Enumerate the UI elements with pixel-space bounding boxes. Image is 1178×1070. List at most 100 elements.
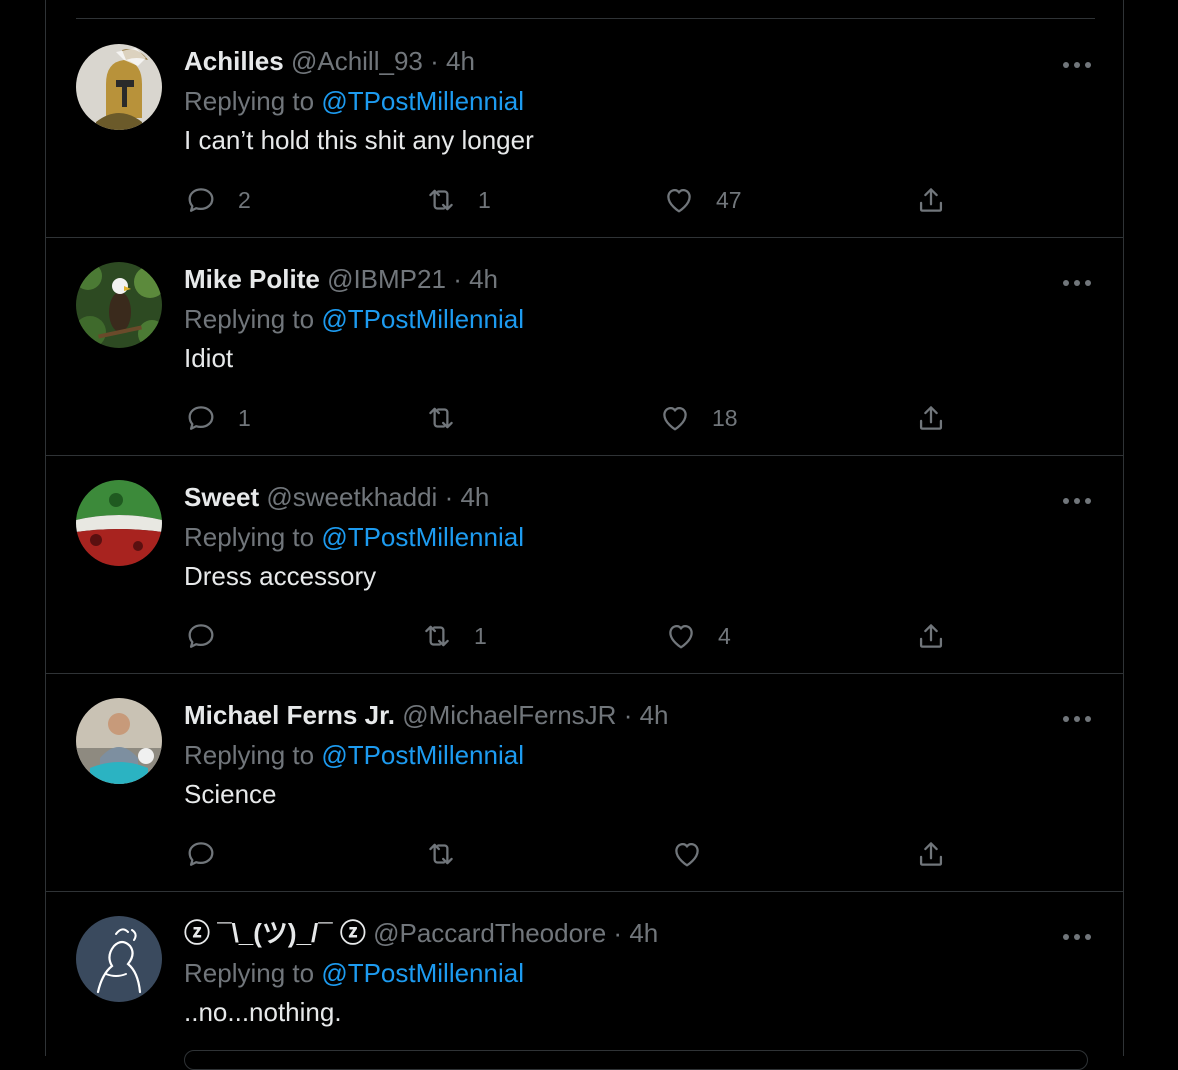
more-options-button[interactable] — [1061, 712, 1093, 726]
mention-link[interactable]: @TPostMillennial — [321, 740, 524, 770]
author-name[interactable]: Sweet — [184, 482, 259, 512]
retweet-button[interactable] — [424, 398, 478, 438]
heart-icon — [663, 406, 687, 431]
more-icon — [1063, 280, 1091, 286]
reply-tweet[interactable]: Michael Ferns Jr. @MichaelFernsJR · 4h R… — [46, 674, 1123, 892]
heart-icon — [667, 188, 691, 213]
reply-tweet[interactable]: Achilles @Achill_93 · 4h Replying to @TP… — [46, 20, 1123, 238]
reply-button[interactable]: 2 — [184, 180, 251, 220]
replying-to-label: Replying to — [184, 958, 315, 988]
author-handle[interactable]: @IBMP21 — [327, 264, 446, 294]
timestamp[interactable]: 4h — [629, 918, 658, 948]
replying-to-line: Replying to @TPostMillennial — [184, 302, 524, 336]
flag-icon — [76, 480, 162, 566]
tweet-header: Mike Polite @IBMP21 · 4h — [184, 262, 498, 296]
more-options-button[interactable] — [1061, 930, 1093, 944]
timestamp[interactable]: 4h — [460, 482, 489, 512]
mention-link[interactable]: @TPostMillennial — [321, 86, 524, 116]
avatar[interactable] — [76, 44, 162, 130]
action-bar: 1 4 — [184, 616, 964, 656]
heart-icon — [669, 624, 693, 649]
reply-icon — [188, 842, 214, 866]
mention-link[interactable]: @TPostMillennial — [321, 958, 524, 988]
separator-dot: · — [613, 918, 623, 948]
reply-icon — [188, 188, 214, 212]
share-button[interactable] — [914, 616, 948, 656]
retweet-icon — [429, 843, 453, 865]
replying-to-label: Replying to — [184, 304, 315, 334]
retweet-button[interactable]: 1 — [424, 180, 491, 220]
action-bar: 2 1 47 — [184, 180, 964, 220]
author-name[interactable]: Michael Ferns Jr. — [184, 700, 395, 730]
reply-button[interactable] — [184, 616, 238, 656]
avatar[interactable] — [76, 262, 162, 348]
reply-tweet[interactable]: Mike Polite @IBMP21 · 4h Replying to @TP… — [46, 238, 1123, 456]
tweet-text: Dress accessory — [184, 561, 377, 591]
replies-timeline: Achilles @Achill_93 · 4h Replying to @TP… — [45, 0, 1124, 1070]
share-icon — [919, 406, 943, 430]
tweet-text: ..no...nothing. — [184, 997, 342, 1027]
share-button[interactable] — [914, 398, 948, 438]
share-button[interactable] — [914, 180, 948, 220]
eagle-icon — [76, 262, 162, 348]
timestamp[interactable]: 4h — [469, 264, 498, 294]
avatar[interactable] — [76, 698, 162, 784]
share-button[interactable] — [914, 834, 948, 874]
reply-tweet[interactable]: ⓩ ¯\_(ツ)_/¯ ⓩ @PaccardTheodore · 4h Repl… — [46, 892, 1123, 1070]
tweet-header: Michael Ferns Jr. @MichaelFernsJR · 4h — [184, 698, 669, 732]
author-name[interactable]: ⓩ ¯\_(ツ)_/¯ ⓩ — [184, 918, 366, 948]
more-options-button[interactable] — [1061, 58, 1093, 72]
tweet-header: Achilles @Achill_93 · 4h — [184, 44, 475, 78]
share-icon — [919, 188, 943, 212]
retweet-icon — [425, 625, 449, 647]
replying-to-line: Replying to @TPostMillennial — [184, 956, 524, 990]
retweet-button[interactable] — [424, 834, 478, 874]
action-bar — [184, 834, 964, 874]
author-handle[interactable]: @PaccardTheodore — [373, 918, 606, 948]
mention-link[interactable]: @TPostMillennial — [321, 304, 524, 334]
author-handle[interactable]: @Achill_93 — [291, 46, 423, 76]
reply-button[interactable] — [184, 834, 238, 874]
timestamp[interactable]: 4h — [640, 700, 669, 730]
more-icon — [1063, 934, 1091, 940]
avatar[interactable] — [76, 480, 162, 566]
more-options-button[interactable] — [1061, 494, 1093, 508]
avatar[interactable] — [76, 916, 162, 1002]
replying-to-line: Replying to @TPostMillennial — [184, 520, 524, 554]
author-handle[interactable]: @sweetkhaddi — [266, 482, 437, 512]
like-count: 47 — [716, 186, 742, 213]
author-name[interactable]: Mike Polite — [184, 264, 320, 294]
replying-to-label: Replying to — [184, 86, 315, 116]
retweet-count: 1 — [478, 186, 491, 213]
separator-dot: · — [623, 700, 633, 730]
more-icon — [1063, 498, 1091, 504]
tweet-header: Sweet @sweetkhaddi · 4h — [184, 480, 489, 514]
action-bar: 1 18 — [184, 398, 964, 438]
more-icon — [1063, 62, 1091, 68]
like-button[interactable] — [670, 834, 724, 874]
reply-icon — [188, 624, 214, 648]
tweet-text: I can’t hold this shit any longer — [184, 125, 534, 155]
author-handle[interactable]: @MichaelFernsJR — [402, 700, 616, 730]
share-icon — [919, 624, 943, 648]
retweet-button[interactable]: 1 — [420, 616, 487, 656]
like-button[interactable]: 47 — [662, 180, 742, 220]
reply-icon — [188, 406, 214, 430]
like-button[interactable]: 4 — [664, 616, 731, 656]
reply-button[interactable]: 1 — [184, 398, 251, 438]
retweet-count: 1 — [474, 622, 487, 649]
reply-tweet[interactable]: Sweet @sweetkhaddi · 4h Replying to @TPo… — [46, 456, 1123, 674]
replying-to-label: Replying to — [184, 740, 315, 770]
spartan-helmet-icon — [76, 44, 162, 130]
retweet-icon — [429, 407, 453, 429]
more-options-button[interactable] — [1061, 276, 1093, 290]
author-name[interactable]: Achilles — [184, 46, 284, 76]
separator-dot: · — [444, 482, 454, 512]
sketch-icon — [76, 916, 162, 1002]
timestamp[interactable]: 4h — [446, 46, 475, 76]
media-card-edge[interactable] — [184, 1050, 1088, 1070]
mention-link[interactable]: @TPostMillennial — [321, 522, 524, 552]
replying-to-line: Replying to @TPostMillennial — [184, 738, 524, 772]
tweet-header: ⓩ ¯\_(ツ)_/¯ ⓩ @PaccardTheodore · 4h — [184, 916, 658, 950]
like-button[interactable]: 18 — [658, 398, 738, 438]
